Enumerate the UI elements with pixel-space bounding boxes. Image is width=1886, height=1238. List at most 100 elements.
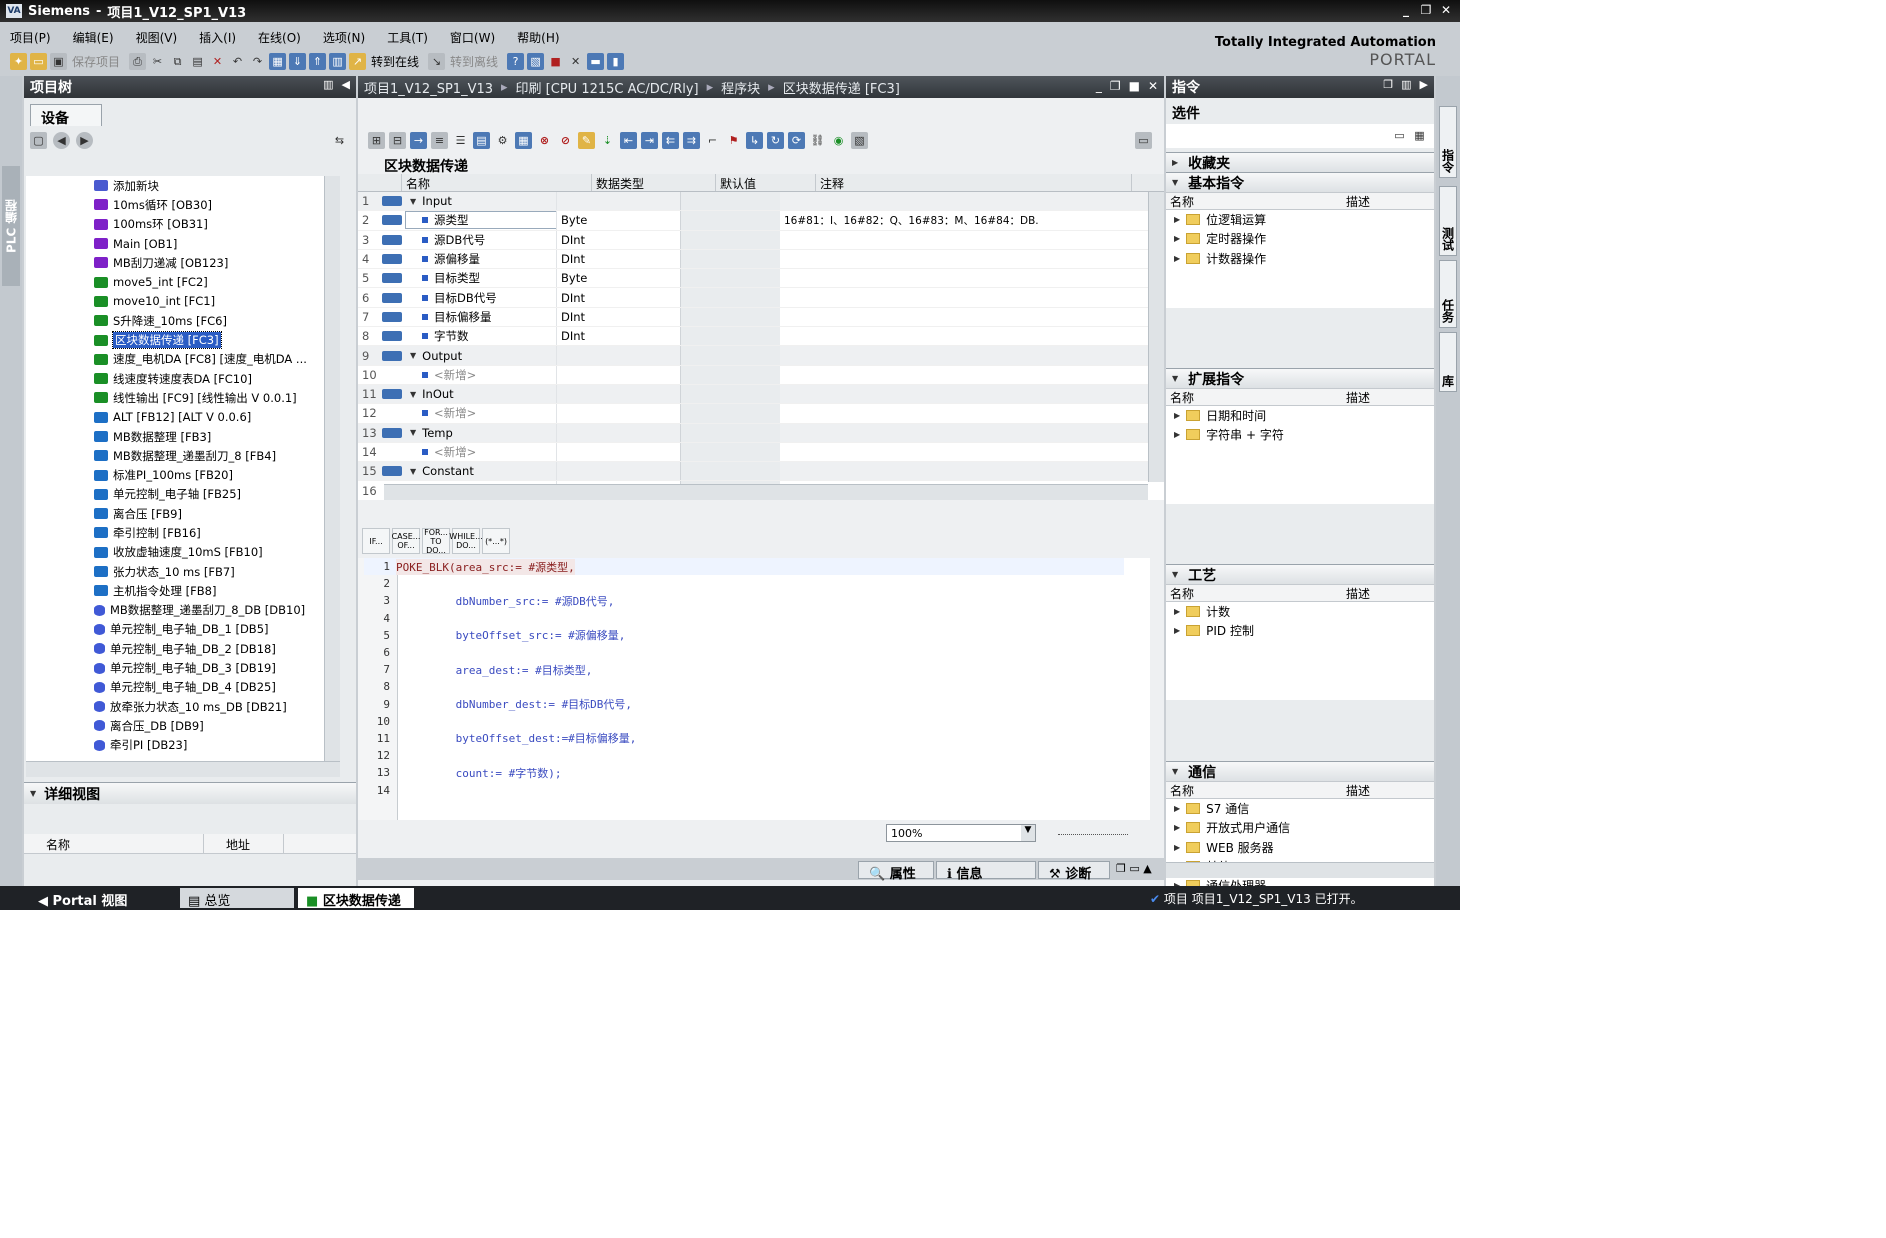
interface-row[interactable]: 5 目标类型 Byte xyxy=(358,269,1164,289)
tree-item[interactable]: 单元控制_电子轴 [FB25] xyxy=(26,485,340,504)
monitor-on-icon[interactable]: ◉ xyxy=(830,132,847,149)
expand-icon[interactable]: ▼ xyxy=(410,390,416,399)
tree-item[interactable]: 10ms循环 [OB30] xyxy=(26,195,340,214)
upload-icon[interactable]: ⇑ xyxy=(309,52,327,70)
instruction-folder[interactable]: ▶ 计数 xyxy=(1166,602,1434,621)
tree-item[interactable]: 100ms环 [OB31] xyxy=(26,215,340,234)
menu-item[interactable]: 帮助(H) xyxy=(517,29,559,46)
menu-item[interactable]: 插入(I) xyxy=(199,29,236,46)
tree-item[interactable]: S升降速_10ms [FC6] xyxy=(26,311,340,330)
scl-template-button[interactable]: WHILE... DO... xyxy=(449,528,483,554)
breadcrumb-item[interactable]: 程序块 xyxy=(721,78,760,97)
right-tab[interactable]: 测试 xyxy=(1439,186,1457,256)
chevron-right-icon[interactable]: ▶ xyxy=(1174,215,1180,224)
interface-row[interactable]: 15 ▼ Constant xyxy=(358,462,1164,482)
interface-row[interactable]: 7 目标偏移量 DInt xyxy=(358,307,1164,328)
goto-icon[interactable]: → xyxy=(410,131,427,149)
chevron-right-icon[interactable]: ▶ xyxy=(1174,430,1180,439)
interface-vertical-scrollbar[interactable] xyxy=(1148,192,1164,482)
param-default[interactable] xyxy=(680,462,780,481)
col-desc[interactable]: 描述 xyxy=(1346,782,1370,798)
minimize-icon[interactable]: _ xyxy=(1398,2,1414,18)
pin-icon[interactable]: ▥ xyxy=(323,78,333,91)
param-comment[interactable]: 16#81：I、16#82：Q、16#83：M、16#84：DB. xyxy=(780,213,1096,228)
instruction-folder[interactable]: ▶ 定时器操作 xyxy=(1166,229,1434,248)
undo-icon[interactable]: ↶ xyxy=(229,53,246,70)
param-default[interactable] xyxy=(680,269,780,288)
minimize-editor-icon[interactable]: _ xyxy=(1096,79,1102,93)
stop-cpu-icon[interactable]: ■ xyxy=(547,53,564,70)
tab-info[interactable]: ℹ 信息 xyxy=(936,861,1036,882)
param-type[interactable]: DInt xyxy=(556,288,680,307)
chevron-right-icon[interactable]: ▶ xyxy=(1174,254,1180,263)
breadcrumb-item[interactable]: 印刷 [CPU 1215C AC/DC/Rly] xyxy=(516,78,699,97)
interface-row[interactable]: 3 源DB代号 DInt xyxy=(358,230,1164,250)
tree-item[interactable]: 标准PI_100ms [FB20] xyxy=(26,465,340,484)
param-name-cell[interactable]: ▼ Constant xyxy=(406,464,556,478)
tree-item[interactable]: 放牵张力状态_10 ms_DB [DB21] xyxy=(26,697,340,716)
tree-item[interactable]: MB数据整理_递墨刮刀_8 [FB4] xyxy=(26,446,340,465)
bookmark-icon[interactable]: ▤ xyxy=(473,131,490,149)
zoom-select[interactable]: 100% ▼ xyxy=(886,824,1036,842)
tree-item[interactable]: 单元控制_电子轴_DB_4 [DB25] xyxy=(26,678,340,697)
layout-icon[interactable]: ▭ xyxy=(1135,131,1152,149)
view-icon[interactable]: ▭ xyxy=(1391,127,1408,144)
simulation-icon[interactable]: ▥ xyxy=(329,52,347,70)
param-type[interactable]: DInt xyxy=(556,230,680,249)
instruction-folder[interactable]: ▶ 计数器操作 xyxy=(1166,249,1434,268)
code-line[interactable]: 11 byteOffset_dest:=#目标偏移量, xyxy=(364,730,1124,747)
active-block-tab[interactable]: ■ 区块数据传递 xyxy=(298,888,414,909)
col-default[interactable]: 默认值 xyxy=(716,174,816,191)
chevron-right-icon[interactable]: ▶ xyxy=(1174,411,1180,420)
param-name-cell[interactable]: ▼ InOut xyxy=(406,387,556,401)
instruction-folder[interactable]: ▶ 位逻辑运算 xyxy=(1166,210,1434,229)
param-name-cell[interactable]: ▼ Temp xyxy=(406,426,556,440)
tree-vertical-scrollbar[interactable] xyxy=(324,176,340,761)
interface-row[interactable]: 13 ▼ Temp xyxy=(358,423,1164,443)
col-name[interactable]: 名称 xyxy=(1166,193,1346,209)
param-default[interactable] xyxy=(680,327,780,346)
expand-icon[interactable]: ▼ xyxy=(410,351,416,360)
tree-item[interactable]: 添加新块 xyxy=(26,176,340,195)
tree-item[interactable]: 张力状态_10 ms [FB7] xyxy=(26,562,340,581)
tree-item[interactable]: 单元控制_电子轴_DB_1 [DB5] xyxy=(26,620,340,639)
interface-row[interactable]: 12 <新增> xyxy=(358,404,1164,424)
indent-icon[interactable]: ⇤ xyxy=(620,131,637,149)
tree-item[interactable]: 离合压 [FB9] xyxy=(26,504,340,523)
param-type[interactable]: DInt xyxy=(556,249,680,269)
param-name-cell[interactable]: ▼ Input xyxy=(406,194,556,208)
param-default[interactable] xyxy=(680,288,780,307)
code-line[interactable]: 8 xyxy=(364,678,1124,695)
tree-item[interactable]: MB数据整理 [FB3] xyxy=(26,427,340,446)
tree-item[interactable]: 主机指令处理 [FB8] xyxy=(26,581,340,600)
col-name[interactable]: 名称 xyxy=(402,174,592,191)
tree-options-icon[interactable]: ⇆ xyxy=(331,132,348,149)
chevron-right-icon[interactable]: ▶ xyxy=(1174,843,1180,852)
col-name[interactable]: 名称 xyxy=(1166,389,1346,405)
download-icon[interactable]: ⇓ xyxy=(289,52,307,70)
menu-item[interactable]: 视图(V) xyxy=(136,29,178,46)
code-line[interactable]: 9 dbNumber_dest:= #目标DB代号, xyxy=(364,696,1124,713)
code-line[interactable]: 12 xyxy=(364,747,1124,764)
expand-icon[interactable]: ▼ xyxy=(410,197,416,206)
detail-col-name[interactable]: 名称 xyxy=(24,834,204,853)
tree-item[interactable]: 区块数据传递 [FC3] xyxy=(26,330,340,350)
prev-icon[interactable]: ⇇ xyxy=(662,131,679,149)
instruction-folder[interactable]: ▶ 字符串 + 字符 xyxy=(1166,425,1434,444)
collapse-right-icon[interactable]: ▶ xyxy=(1420,78,1428,91)
chevron-right-icon[interactable]: ▶ xyxy=(1174,234,1180,243)
code-line[interactable]: 2 xyxy=(364,575,1124,592)
split-horizontal-icon[interactable]: ▬ xyxy=(587,52,605,70)
cut-icon[interactable]: ✂ xyxy=(149,53,166,70)
param-default[interactable] xyxy=(680,404,780,423)
new-item-icon[interactable]: ▢ xyxy=(30,132,47,149)
instruction-folder[interactable]: ▶ 开放式用户通信 xyxy=(1166,818,1434,837)
param-type[interactable] xyxy=(556,365,680,384)
param-name-cell[interactable]: <新增> xyxy=(406,405,556,421)
tree-item[interactable]: move5_int [FC2] xyxy=(26,272,340,291)
interface-horizontal-scrollbar[interactable] xyxy=(384,484,1148,500)
chevron-right-icon[interactable]: ▶ xyxy=(1174,823,1180,832)
next-icon[interactable]: ⇉ xyxy=(683,131,700,149)
accessible-devices-icon[interactable]: ? xyxy=(507,52,525,70)
collapse-left-icon[interactable]: ◀ xyxy=(342,78,350,91)
